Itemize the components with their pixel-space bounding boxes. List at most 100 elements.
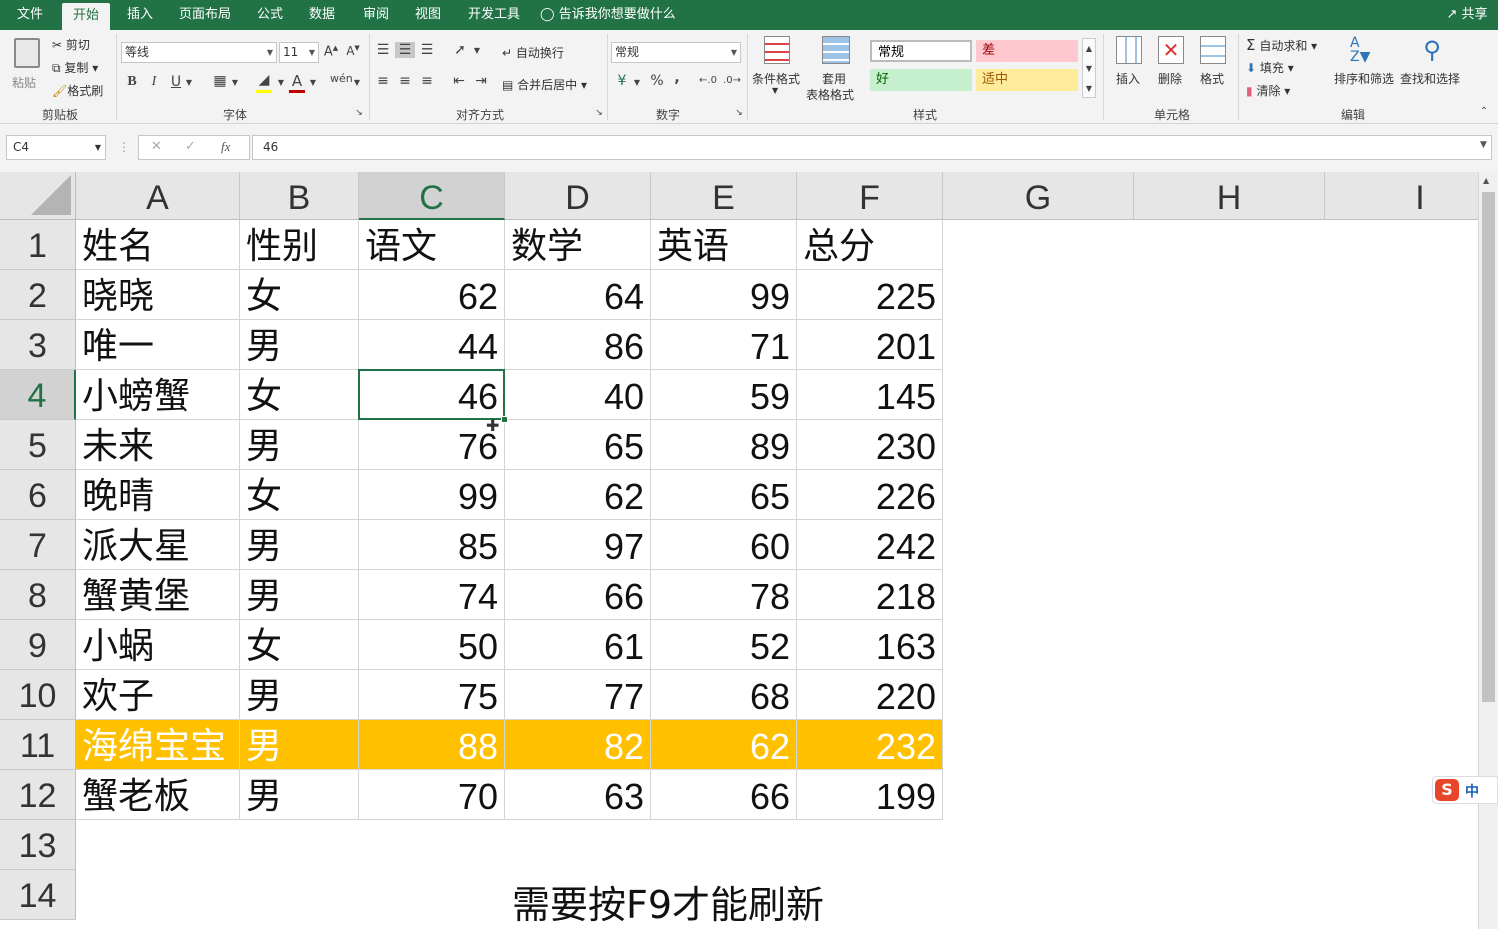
- table-cell[interactable]: 50: [359, 620, 505, 670]
- tab-developer[interactable]: 开发工具: [462, 0, 526, 30]
- header-cell[interactable]: 英语: [651, 220, 797, 270]
- table-cell[interactable]: 66: [651, 770, 797, 820]
- chevron-down-icon[interactable]: ▼: [352, 78, 362, 87]
- style-good[interactable]: 好: [870, 69, 972, 91]
- row-header-2[interactable]: 2: [0, 270, 76, 320]
- align-right-icon[interactable]: ≡: [418, 73, 436, 89]
- table-cell[interactable]: 62: [651, 720, 797, 770]
- dialog-launcher-icon[interactable]: ↘: [734, 108, 744, 118]
- font-name-select[interactable]: 等线 ▼: [121, 42, 277, 63]
- table-cell[interactable]: 225: [797, 270, 943, 320]
- scrollbar-thumb[interactable]: [1482, 192, 1495, 702]
- table-cell[interactable]: 70: [359, 770, 505, 820]
- table-cell[interactable]: 61: [505, 620, 651, 670]
- row-header-3[interactable]: 3: [0, 320, 76, 370]
- table-cell[interactable]: 88: [359, 720, 505, 770]
- dialog-launcher-icon[interactable]: ↘: [354, 108, 364, 118]
- table-cell[interactable]: 242: [797, 520, 943, 570]
- clear-button[interactable]: ▮ 清除 ▾: [1246, 82, 1290, 99]
- align-center-icon[interactable]: ≡: [396, 73, 414, 89]
- table-cell[interactable]: 男: [240, 670, 359, 720]
- row-header-10[interactable]: 10: [0, 670, 76, 720]
- tab-review[interactable]: 审阅: [352, 0, 400, 30]
- dialog-launcher-icon[interactable]: ↘: [594, 108, 604, 118]
- header-cell[interactable]: 总分: [797, 220, 943, 270]
- tab-formulas[interactable]: 公式: [246, 0, 294, 30]
- column-header-d[interactable]: D: [505, 172, 651, 220]
- tell-me-box[interactable]: ◯ 告诉我你想要做什么: [540, 0, 680, 30]
- table-cell[interactable]: 46: [359, 370, 505, 420]
- shrink-font-icon[interactable]: A▼: [344, 44, 362, 58]
- row-header-7[interactable]: 7: [0, 520, 76, 570]
- table-cell[interactable]: 65: [505, 420, 651, 470]
- confirm-icon[interactable]: ✓: [185, 139, 196, 154]
- fill-handle[interactable]: [501, 416, 508, 423]
- decrease-indent-icon[interactable]: ⇤: [450, 73, 468, 89]
- font-size-select[interactable]: 11 ▼: [279, 42, 319, 63]
- name-box[interactable]: C4 ▼: [6, 135, 106, 160]
- table-cell[interactable]: 未来: [76, 420, 240, 470]
- table-cell[interactable]: 68: [651, 670, 797, 720]
- table-cell[interactable]: 男: [240, 520, 359, 570]
- share-button[interactable]: ↗ 共享: [1440, 0, 1494, 30]
- table-cell[interactable]: 85: [359, 520, 505, 570]
- table-cell[interactable]: 蟹黄堡: [76, 570, 240, 620]
- table-cell[interactable]: 男: [240, 770, 359, 820]
- header-cell[interactable]: 性别: [240, 220, 359, 270]
- column-header-a[interactable]: A: [76, 172, 240, 220]
- column-header-i[interactable]: I: [1325, 172, 1478, 220]
- vertical-scrollbar[interactable]: ▲: [1478, 172, 1498, 929]
- format-cells-button[interactable]: 格式: [1194, 36, 1232, 102]
- table-cell[interactable]: 66: [505, 570, 651, 620]
- table-cell[interactable]: 44: [359, 320, 505, 370]
- percent-button[interactable]: %: [648, 73, 666, 89]
- table-cell[interactable]: 59: [651, 370, 797, 420]
- table-cell[interactable]: 40: [505, 370, 651, 420]
- header-cell[interactable]: 语文: [359, 220, 505, 270]
- styles-gallery-scroll[interactable]: ▲ ▼ ▼: [1082, 38, 1096, 98]
- style-normal[interactable]: 常规: [870, 40, 972, 62]
- table-cell[interactable]: 女: [240, 620, 359, 670]
- column-header-b[interactable]: B: [240, 172, 359, 220]
- table-cell[interactable]: 男: [240, 720, 359, 770]
- table-cell[interactable]: 97: [505, 520, 651, 570]
- tab-insert[interactable]: 插入: [116, 0, 164, 30]
- column-header-e[interactable]: E: [651, 172, 797, 220]
- fill-color-icon[interactable]: ◢: [254, 72, 274, 93]
- chevron-down-icon[interactable]: ▼: [276, 78, 286, 87]
- row-header-1[interactable]: 1: [0, 220, 76, 270]
- header-cell[interactable]: 姓名: [76, 220, 240, 270]
- format-painter-button[interactable]: 🖌格式刷: [52, 82, 103, 99]
- insert-cells-button[interactable]: 插入: [1110, 36, 1148, 102]
- merge-center-button[interactable]: ▤ 合并后居中 ▾: [502, 76, 587, 93]
- row-header-13[interactable]: 13: [0, 820, 76, 870]
- table-cell[interactable]: 89: [651, 420, 797, 470]
- column-header-c[interactable]: C: [359, 172, 505, 220]
- table-cell[interactable]: 199: [797, 770, 943, 820]
- table-cell[interactable]: 海绵宝宝: [76, 720, 240, 770]
- table-cell[interactable]: 65: [651, 470, 797, 520]
- tab-view[interactable]: 视图: [404, 0, 452, 30]
- chevron-down-icon[interactable]: ▼: [184, 78, 194, 87]
- table-cell[interactable]: 男: [240, 570, 359, 620]
- cancel-icon[interactable]: ✕: [151, 139, 162, 154]
- align-left-icon[interactable]: ≡: [374, 73, 392, 89]
- grow-font-icon[interactable]: A▲: [322, 44, 340, 59]
- table-cell[interactable]: 78: [651, 570, 797, 620]
- row-header-6[interactable]: 6: [0, 470, 76, 520]
- table-cell[interactable]: 74: [359, 570, 505, 620]
- number-format-select[interactable]: 常规 ▼: [611, 42, 741, 63]
- underline-button[interactable]: U: [168, 74, 184, 90]
- table-cell[interactable]: 232: [797, 720, 943, 770]
- fill-button[interactable]: ⬇ 填充 ▾: [1246, 59, 1294, 76]
- table-cell[interactable]: 76: [359, 420, 505, 470]
- chevron-down-icon[interactable]: ▼: [230, 78, 240, 87]
- orientation-icon[interactable]: ➚: [450, 42, 470, 58]
- collapse-ribbon-icon[interactable]: ⌃: [1478, 106, 1490, 117]
- table-cell[interactable]: 男: [240, 420, 359, 470]
- table-cell[interactable]: 派大星: [76, 520, 240, 570]
- autosum-button[interactable]: Σ 自动求和 ▾: [1246, 36, 1317, 54]
- table-cell[interactable]: 晚晴: [76, 470, 240, 520]
- italic-button[interactable]: I: [146, 74, 162, 90]
- tab-page-layout[interactable]: 页面布局: [172, 0, 238, 30]
